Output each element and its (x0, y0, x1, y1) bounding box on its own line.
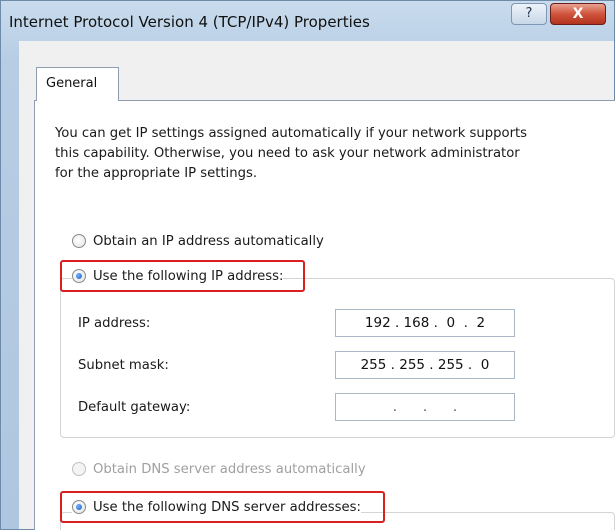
ip-address-input[interactable]: 192 . 168 . 0 . 2 (335, 309, 515, 337)
use-following-ip-label: Use the following IP address: (93, 268, 284, 284)
subnet-mask-label: Subnet mask: (78, 358, 169, 373)
obtain-ip-automatically-radio-button[interactable] (72, 234, 86, 248)
obtain-ip-automatically-radio[interactable]: Obtain an IP address automatically (72, 231, 324, 251)
default-gateway-input[interactable]: . . . (335, 393, 515, 421)
description-text: You can get IP settings assigned automat… (55, 126, 528, 181)
title-bar[interactable]: Internet Protocol Version 4 (TCP/IPv4) P… (1, 1, 614, 41)
default-gateway-label: Default gateway: (78, 400, 191, 415)
obtain-dns-automatically-radio: Obtain DNS server address automatically (72, 459, 366, 479)
obtain-dns-automatically-radio-button (72, 462, 86, 476)
tab-general[interactable]: General (36, 67, 119, 101)
close-button[interactable]: X (550, 3, 606, 25)
obtain-ip-automatically-label: Obtain an IP address automatically (93, 233, 324, 249)
help-icon: ? (525, 6, 533, 21)
use-following-dns-radio[interactable]: Use the following DNS server addresses: (72, 497, 361, 517)
use-following-ip-radio[interactable]: Use the following IP address: (72, 266, 284, 286)
obtain-dns-automatically-label: Obtain DNS server address automatically (93, 461, 366, 477)
subnet-mask-input[interactable]: 255 . 255 . 255 . 0 (335, 351, 515, 379)
use-following-dns-label: Use the following DNS server addresses: (93, 499, 361, 515)
tab-general-label: General (46, 76, 98, 91)
use-following-dns-radio-button[interactable] (72, 500, 86, 514)
window-title: Internet Protocol Version 4 (TCP/IPv4) P… (9, 13, 370, 31)
ip-address-label: IP address: (78, 316, 151, 331)
close-icon: X (572, 6, 584, 22)
help-button[interactable]: ? (511, 3, 547, 25)
use-following-ip-radio-button[interactable] (72, 269, 86, 283)
